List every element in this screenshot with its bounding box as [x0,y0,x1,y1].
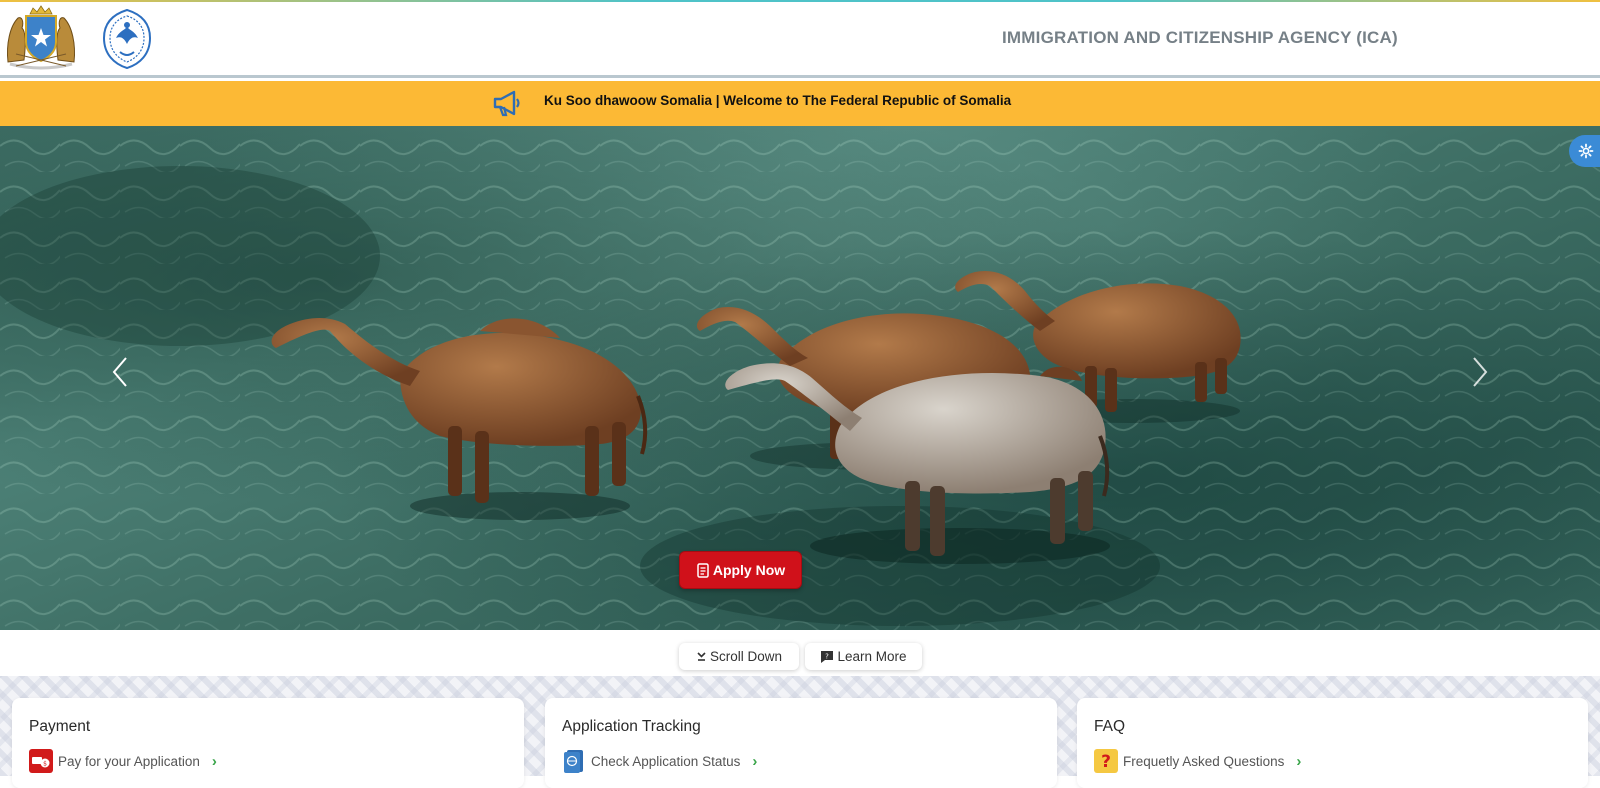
learn-more-button[interactable]: ? Learn More [805,643,922,670]
agency-title: IMMIGRATION AND CITIZENSHIP AGENCY (ICA) [1002,28,1398,47]
faq-link[interactable]: ? Frequetly Asked Questions › [1094,749,1301,773]
site-header: IMMIGRATION AND CITIZENSHIP AGENCY (ICA) [0,2,1600,78]
chevron-right-icon: › [1296,752,1302,770]
apply-now-label: Apply Now [712,562,786,578]
message-question-icon: ? [821,651,834,663]
scroll-down-label: Scroll Down [709,649,783,664]
faq-label: Frequetly Asked Questions [1123,753,1285,769]
hero-carousel[interactable]: Apply Now [0,126,1600,630]
apply-now-button[interactable]: Apply Now [679,551,802,589]
svg-text:$: $ [43,761,47,768]
welcome-banner: Ku Soo dhawoow Somalia | Welcome to The … [0,81,1600,126]
carousel-next-button[interactable] [1464,352,1494,392]
document-icon [697,562,709,578]
ica-logo[interactable] [100,8,154,70]
chevron-right-icon: › [211,752,217,770]
coat-of-arms-logo[interactable] [2,4,80,70]
svg-text:?: ? [1101,752,1111,772]
learn-more-label: Learn More [837,649,907,664]
card-title: Application Tracking [562,718,701,735]
chevron-right-icon: › [752,752,758,770]
application-tracking-card: Application Tracking Check Application S… [545,698,1057,788]
card-title: FAQ [1094,718,1126,735]
check-status-label: Check Application Status [591,753,741,769]
carousel-prev-button[interactable] [106,352,136,392]
scroll-down-button[interactable]: Scroll Down [679,643,799,670]
check-status-link[interactable]: Check Application Status › [562,749,757,773]
gear-icon [1578,143,1594,159]
payment-card: Payment $ Pay for your Application › [12,698,524,788]
faq-card: FAQ ? Frequetly Asked Questions › [1077,698,1588,788]
chevron-down-icon [697,652,706,661]
pay-application-label: Pay for your Application [58,753,200,769]
svg-text:?: ? [826,653,830,661]
megaphone-icon [493,90,520,117]
settings-button[interactable] [1569,135,1600,167]
card-title: Payment [29,718,91,735]
question-icon: ? [1094,749,1118,773]
pay-application-link[interactable]: $ Pay for your Application › [29,749,217,773]
payment-icon: $ [29,749,53,773]
welcome-text: Ku Soo dhawoow Somalia | Welcome to The … [544,93,1012,108]
passport-icon [564,750,583,773]
